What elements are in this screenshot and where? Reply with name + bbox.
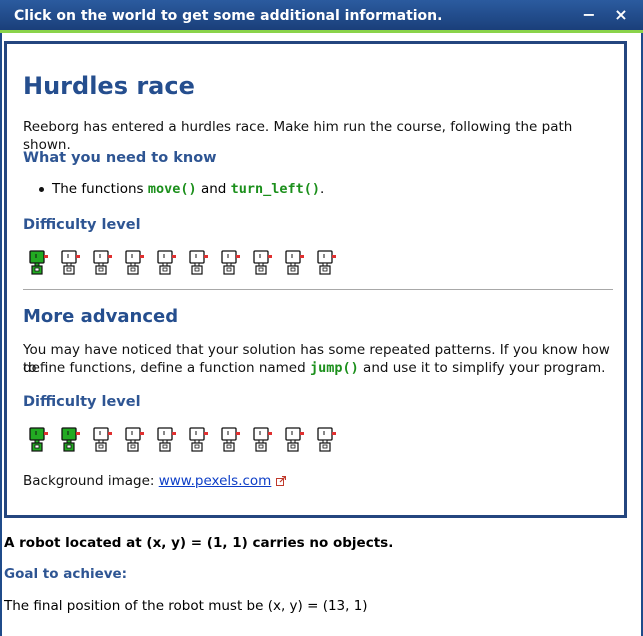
world-description-panel: Hurdles race Reeborg has entered a hurdl… (4, 41, 627, 518)
reeborg-robot-icon (219, 249, 244, 276)
bullet-suffix: . (320, 181, 325, 197)
jump-function-code: jump() (309, 360, 359, 376)
reeborg-robot-icon (91, 426, 116, 453)
goal-heading: Goal to achieve: (4, 566, 128, 582)
reeborg-robot-icon (155, 249, 180, 276)
reeborg-robot-icon (123, 426, 148, 453)
advanced-text-line2: define functions, define a function name… (23, 359, 605, 377)
dialog-title: Click on the world to get some additiona… (14, 8, 443, 24)
bullet-mid: and (196, 181, 231, 197)
reeborg-robot-icon (59, 249, 84, 276)
functions-sentence: The functions move() and turn_left(). (52, 181, 324, 197)
section-divider (23, 289, 613, 290)
background-credit: Background image: www.pexels.com (23, 472, 286, 490)
dialog-titlebar[interactable]: Click on the world to get some additiona… (0, 0, 643, 33)
goal-text: The final position of the robot must be … (4, 598, 368, 614)
difficulty-heading-basic: Difficulty level (23, 217, 141, 233)
move-function-code: move() (147, 181, 197, 197)
reeborg-robot-icon (123, 249, 148, 276)
advanced-text-suffix: and use it to simplify your program. (358, 360, 606, 376)
advanced-heading: More advanced (23, 306, 179, 327)
difficulty-rating-advanced (27, 426, 340, 453)
reeborg-robot-icon (27, 426, 52, 453)
advanced-text-prefix: define functions, define a function name… (23, 360, 310, 376)
need-to-know-heading: What you need to know (23, 150, 217, 166)
background-label: Background image: (23, 473, 159, 489)
pexels-link[interactable]: www.pexels.com (159, 473, 272, 489)
minimize-button[interactable]: − (581, 5, 597, 25)
reeborg-robot-icon (251, 249, 276, 276)
turn-left-function-code: turn_left() (230, 181, 321, 197)
bullet-icon (39, 186, 44, 192)
reeborg-robot-icon (283, 426, 308, 453)
reeborg-robot-icon (27, 249, 52, 276)
difficulty-heading-advanced: Difficulty level (23, 394, 141, 410)
reeborg-robot-icon (219, 426, 244, 453)
robot-status: A robot located at (x, y) = (1, 1) carri… (4, 535, 394, 551)
intro-text: Reeborg has entered a hurdles race. Make… (23, 119, 573, 153)
reeborg-robot-icon (187, 249, 212, 276)
external-link-icon (275, 476, 286, 486)
difficulty-rating-basic (27, 249, 340, 276)
close-button[interactable]: × (613, 5, 629, 25)
bullet-prefix: The functions (52, 181, 148, 197)
reeborg-robot-icon (155, 426, 180, 453)
reeborg-robot-icon (59, 426, 84, 453)
reeborg-robot-icon (251, 426, 276, 453)
reeborg-robot-icon (283, 249, 308, 276)
reeborg-robot-icon (315, 249, 340, 276)
page-title: Hurdles race (23, 72, 195, 100)
reeborg-robot-icon (187, 426, 212, 453)
reeborg-robot-icon (315, 426, 340, 453)
reeborg-robot-icon (91, 249, 116, 276)
functions-list-item: The functions move() and turn_left(). (39, 181, 324, 197)
